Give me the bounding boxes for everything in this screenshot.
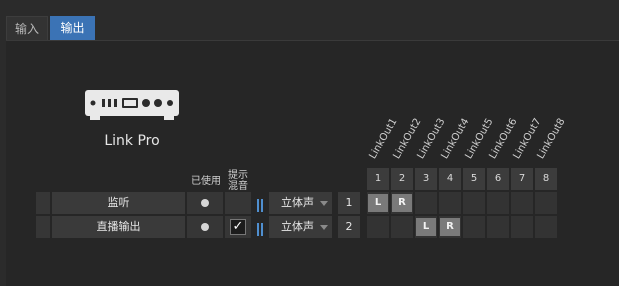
channel-number: 1 (338, 192, 360, 214)
routing-cell[interactable] (439, 192, 461, 214)
output-number: 2 (391, 168, 413, 190)
tab-output[interactable]: 输出 (50, 16, 95, 40)
output-number: 1 (367, 168, 389, 190)
row-handle[interactable] (36, 216, 50, 238)
mode-select[interactable]: 立体声 (269, 192, 332, 214)
output-number: 5 (463, 168, 485, 190)
cue-mix-cell[interactable]: ✓ (225, 216, 251, 238)
routing-cell[interactable] (391, 216, 413, 238)
cue-mix-header-line1: 提示 (228, 170, 248, 181)
output-number: 6 (487, 168, 509, 190)
level-meter (261, 199, 263, 212)
routing-cell[interactable] (511, 192, 533, 214)
level-meter (261, 223, 263, 236)
used-indicator-dot (201, 199, 209, 207)
level-meter (257, 199, 259, 212)
routing-cell[interactable] (487, 192, 509, 214)
row-name-stream-output[interactable]: 直播输出 (52, 216, 185, 238)
used-indicator-cell (187, 192, 223, 214)
device-name: Link Pro (104, 133, 160, 149)
routing-cell[interactable] (415, 192, 437, 214)
routing-assignment[interactable]: L (416, 218, 436, 236)
output-number: 7 (511, 168, 533, 190)
routing-assignment[interactable]: L (368, 194, 388, 212)
used-indicator-cell (187, 216, 223, 238)
routing-assignment[interactable]: R (392, 194, 412, 212)
row-name-monitor[interactable]: 监听 (52, 192, 185, 214)
tab-bar: 输入 输出 (0, 0, 619, 40)
routing-cell[interactable] (511, 216, 533, 238)
output-panel (6, 40, 619, 286)
mode-select-value: 立体声 (281, 196, 314, 209)
routing-assignment[interactable]: R (440, 218, 460, 236)
routing-cell[interactable] (367, 216, 389, 238)
output-number: 4 (439, 168, 461, 190)
chevron-down-icon (320, 201, 328, 206)
cue-mix-header-line2: 混音 (228, 181, 248, 192)
tab-input[interactable]: 输入 (6, 16, 48, 40)
audio-interface-icon (85, 90, 179, 120)
routing-cell[interactable] (535, 216, 557, 238)
routing-cell[interactable] (535, 192, 557, 214)
level-meter (257, 223, 259, 236)
chevron-down-icon (320, 225, 328, 230)
row-handle[interactable] (36, 192, 50, 214)
cue-mix-checkbox[interactable]: ✓ (230, 219, 246, 235)
routing-cell[interactable] (463, 192, 485, 214)
used-indicator-dot (201, 223, 209, 231)
used-header: 已使用 (191, 176, 221, 187)
routing-cell[interactable] (463, 216, 485, 238)
mode-select-value: 立体声 (281, 220, 314, 233)
output-number: 8 (535, 168, 557, 190)
channel-number: 2 (338, 216, 360, 238)
mode-select[interactable]: 立体声 (269, 216, 332, 238)
output-number: 3 (415, 168, 437, 190)
routing-cell[interactable] (487, 216, 509, 238)
cue-mix-cell[interactable] (225, 192, 251, 214)
